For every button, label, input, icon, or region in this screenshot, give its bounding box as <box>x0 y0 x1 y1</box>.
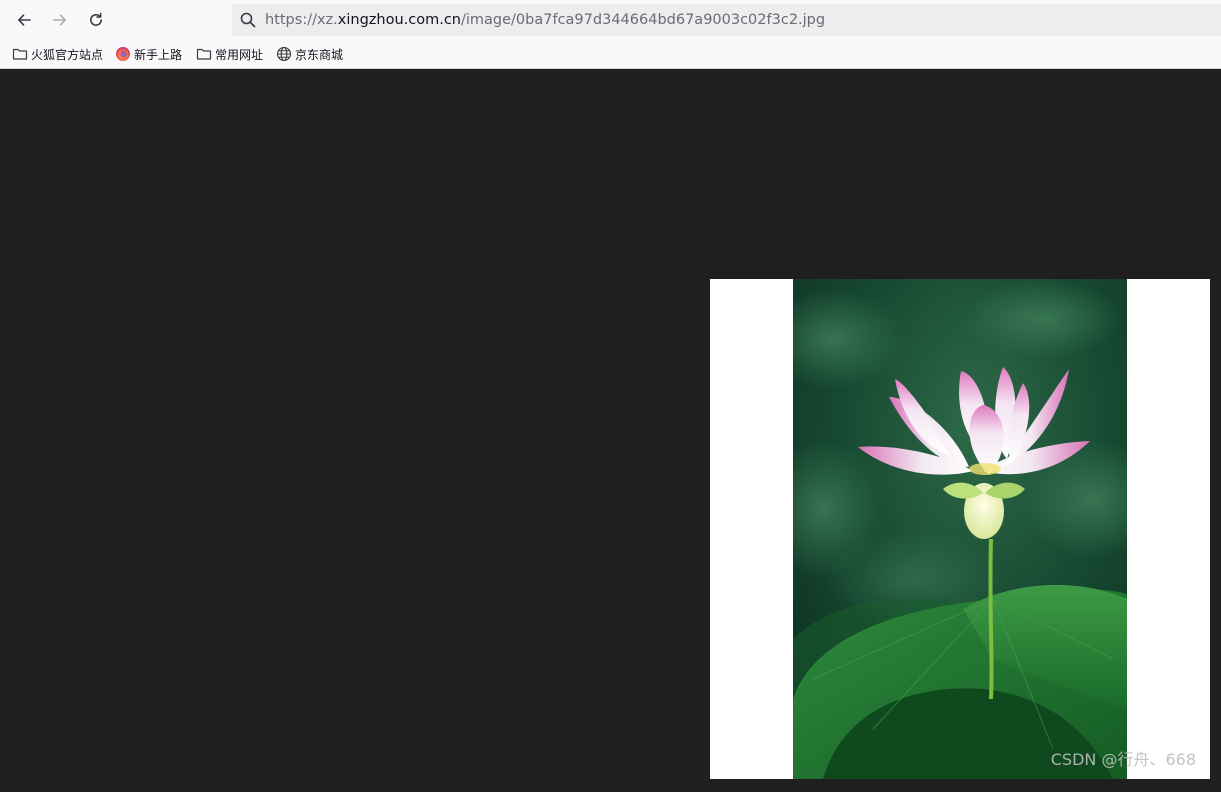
folder-icon <box>196 48 212 60</box>
reload-button[interactable] <box>82 6 110 34</box>
bookmarks-toolbar: 火狐官方站点 新手上路 常用网址 京东商城 <box>0 40 1221 69</box>
bookmark-item-getting-started[interactable]: 新手上路 <box>115 45 182 63</box>
address-bar[interactable]: https://xz.xingzhou.com.cn/image/0ba7fca… <box>232 4 1221 36</box>
watermark-text: CSDN @行舟、668 <box>1050 750 1196 769</box>
bookmark-item-common-sites[interactable]: 常用网址 <box>196 45 263 63</box>
search-icon <box>240 12 256 28</box>
reload-icon <box>90 12 102 26</box>
bookmark-label: 新手上路 <box>134 47 183 62</box>
image-frame[interactable]: CSDN @行舟、668 <box>710 279 1210 779</box>
lotus-photo <box>793 279 1127 779</box>
arrow-left-icon <box>18 14 31 26</box>
url-prefix: https://xz. <box>265 12 338 28</box>
browser-toolbar: https://xz.xingzhou.com.cn/image/0ba7fca… <box>0 0 1221 40</box>
url-path: /image/0ba7fca97d344664bd67a9003c02f3c2.… <box>461 12 826 28</box>
image-viewer: CSDN @行舟、668 <box>0 69 1221 792</box>
forward-button[interactable] <box>46 6 74 34</box>
bookmark-label: 京东商城 <box>295 47 344 62</box>
arrow-right-icon <box>53 14 66 26</box>
url-host: xingzhou.com.cn <box>337 12 461 28</box>
bookmark-label: 常用网址 <box>215 47 264 62</box>
url-text[interactable]: https://xz.xingzhou.com.cn/image/0ba7fca… <box>265 11 825 29</box>
bookmark-item-jd[interactable]: 京东商城 <box>276 45 343 63</box>
folder-icon <box>12 48 28 60</box>
back-button[interactable] <box>10 6 38 34</box>
bookmark-label: 火狐官方站点 <box>31 47 104 62</box>
firefox-icon <box>116 47 130 61</box>
globe-icon <box>276 46 292 62</box>
bookmark-item-firefox-official[interactable]: 火狐官方站点 <box>12 45 103 63</box>
